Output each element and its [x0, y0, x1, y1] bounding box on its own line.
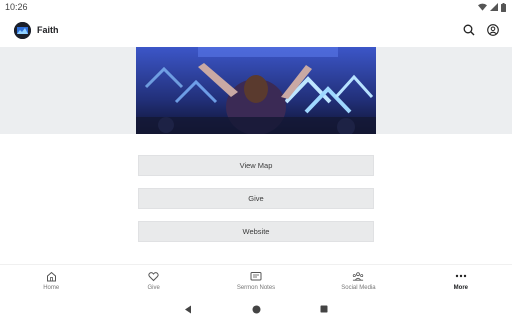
- system-nav-bar: [0, 298, 512, 320]
- nav-label: More: [453, 285, 468, 291]
- recents-icon[interactable]: [319, 304, 329, 314]
- status-icons: [478, 2, 506, 12]
- account-icon[interactable]: [486, 23, 500, 37]
- view-map-button[interactable]: View Map: [138, 155, 374, 176]
- nav-item-give[interactable]: Give: [102, 265, 204, 296]
- nav-item-social-media[interactable]: Social Media: [307, 265, 409, 296]
- status-bar: 10:26: [0, 0, 512, 14]
- nav-label: Give: [147, 285, 160, 291]
- nav-item-sermon-notes[interactable]: Sermon Notes: [205, 265, 307, 296]
- nav-label: Sermon Notes: [236, 285, 276, 291]
- app-screen: 10:26 Faith View Map Give Website Home G…: [0, 0, 512, 320]
- app-bar: Faith: [0, 14, 512, 46]
- nav-item-more[interactable]: More: [410, 265, 512, 296]
- heart-icon: [148, 270, 160, 282]
- wifi-icon: [478, 3, 487, 11]
- bottom-nav: Home Give Sermon Notes Social Media More: [0, 264, 512, 296]
- website-button[interactable]: Website: [138, 221, 374, 242]
- give-button[interactable]: Give: [138, 188, 374, 209]
- hero-image: [136, 47, 376, 134]
- back-icon[interactable]: [183, 304, 193, 314]
- battery-icon: [501, 2, 506, 12]
- search-icon[interactable]: [462, 23, 476, 37]
- home-icon: [45, 270, 57, 282]
- nav-item-home[interactable]: Home: [0, 265, 102, 296]
- app-title: Faith: [37, 25, 59, 35]
- nav-label: Home: [43, 285, 60, 291]
- notes-icon: [250, 270, 262, 282]
- signal-icon: [490, 3, 498, 11]
- app-logo: [14, 21, 31, 39]
- nav-label: Social Media: [341, 285, 376, 291]
- status-time: 10:26: [5, 2, 28, 12]
- action-list: View Map Give Website: [138, 155, 374, 254]
- people-icon: [352, 270, 364, 282]
- brand: Faith: [14, 21, 59, 39]
- more-icon: [455, 270, 467, 282]
- home-circle-icon[interactable]: [251, 304, 261, 314]
- app-actions: [462, 23, 500, 37]
